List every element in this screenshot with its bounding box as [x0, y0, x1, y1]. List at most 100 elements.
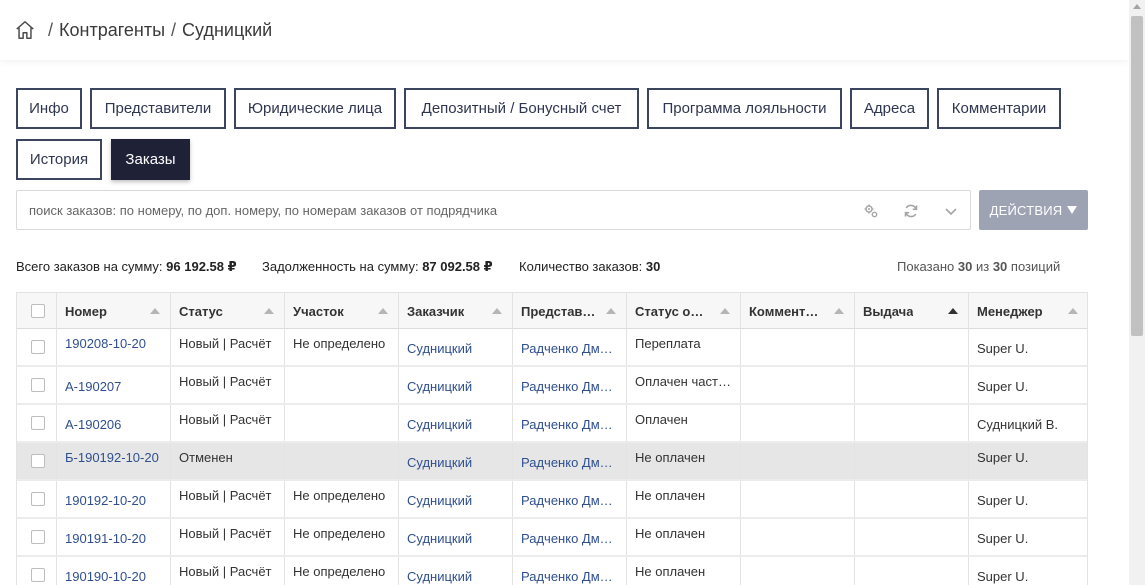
scroll-up-icon[interactable] [1133, 4, 1141, 9]
sort-asc-icon[interactable] [150, 308, 160, 314]
col-comment[interactable]: Комментарий [741, 293, 855, 329]
cell-customer-text[interactable]: Судницкий [407, 455, 472, 470]
cell-number-text[interactable]: Б-190192-10-20 [65, 450, 159, 465]
sort-asc-icon[interactable] [606, 308, 616, 314]
refresh-icon[interactable] [903, 203, 919, 219]
cell-issue [855, 405, 969, 441]
sort-asc-icon[interactable] [1068, 308, 1078, 314]
sort-asc-icon[interactable] [378, 308, 388, 314]
table-row[interactable]: Б-190192-10-20 Отменен Судницкий Радченко Д… [17, 443, 1087, 481]
cell-number[interactable]: Б-190192-10-20 [57, 443, 171, 479]
cell-number-text[interactable]: 190192-10-20 [65, 493, 146, 508]
col-customer[interactable]: Заказчик [399, 293, 513, 329]
vertical-scrollbar[interactable] [1129, 0, 1145, 585]
table-row[interactable]: 190190-10-20 Новый | Расчёт Не определено С… [17, 557, 1087, 585]
scrollbar-thumb[interactable] [1131, 16, 1143, 336]
cell-representative[interactable]: Радченко Дмитрий [513, 329, 627, 365]
cell-number-text[interactable]: А-190207 [65, 379, 121, 394]
row-checkbox[interactable] [31, 378, 45, 392]
cell-representative-text[interactable]: Радченко Дмитрий [521, 455, 617, 470]
cell-customer-text[interactable]: Судницкий [407, 379, 472, 394]
table-row[interactable]: А-190207 Новый | Расчёт Судницкий Радченко … [17, 367, 1087, 405]
tab-orders[interactable]: Заказы [111, 139, 190, 180]
col-status[interactable]: Статус [171, 293, 285, 329]
tab-loyalty[interactable]: Программа лояльности [647, 88, 842, 129]
chevron-down-icon[interactable] [943, 203, 959, 219]
cell-number-text[interactable]: 190190-10-20 [65, 569, 146, 584]
cell-customer-text[interactable]: Судницкий [407, 531, 472, 546]
cell-representative-text[interactable]: Радченко Дмитрий [521, 341, 617, 356]
home-icon[interactable] [14, 19, 36, 41]
table-row[interactable]: 190192-10-20 Новый | Расчёт Не определено С… [17, 481, 1087, 519]
table-row[interactable]: А-190206 Новый | Расчёт Судницкий Радченко … [17, 405, 1087, 443]
cell-number[interactable]: 190190-10-20 [57, 557, 171, 585]
cell-customer[interactable]: Судницкий [399, 481, 513, 517]
table-row[interactable]: 190208-10-20 Новый | Расчёт Не определено С… [17, 329, 1087, 367]
col-issue[interactable]: Выдача [855, 293, 969, 329]
cell-number[interactable]: 190208-10-20 [57, 329, 171, 365]
cell-representative[interactable]: Радченко Дмитрий [513, 481, 627, 517]
breadcrumb: / Контрагенты / Судницкий [14, 19, 272, 41]
cell-representative[interactable]: Радченко Дмитрий [513, 367, 627, 403]
cell-representative[interactable]: Радченко Дмитрий [513, 557, 627, 585]
cell-customer[interactable]: Судницкий [399, 443, 513, 479]
cell-customer-text[interactable]: Судницкий [407, 569, 472, 584]
row-checkbox[interactable] [31, 492, 45, 506]
sort-asc-icon[interactable] [264, 308, 274, 314]
sort-asc-icon[interactable] [720, 308, 730, 314]
col-payment-status[interactable]: Статус оплаты [627, 293, 741, 329]
debt-sum: Задолженность на сумму: 87 092.58 ₽ [262, 259, 493, 275]
cell-manager-text: Super U. [977, 531, 1029, 546]
tab-legal-entities[interactable]: Юридические лица [234, 88, 396, 129]
cell-representative-text[interactable]: Радченко Дмитрий [521, 493, 617, 508]
cell-customer-text[interactable]: Судницкий [407, 493, 472, 508]
cell-customer-text[interactable]: Судницкий [407, 341, 472, 356]
sort-asc-icon[interactable] [834, 308, 844, 314]
gears-icon[interactable] [863, 203, 879, 219]
sort-asc-icon[interactable] [492, 308, 502, 314]
cell-customer[interactable]: Судницкий [399, 367, 513, 403]
cell-number-text[interactable]: А-190206 [65, 417, 121, 432]
row-checkbox[interactable] [31, 568, 45, 582]
cell-representative-text[interactable]: Радченко Дмитрий [521, 417, 617, 432]
orders-count: Количество заказов: 30 [519, 259, 660, 274]
cell-representative-text[interactable]: Радченко Дмитрий [521, 531, 617, 546]
actions-button[interactable]: ДЕЙСТВИЯ [979, 190, 1088, 230]
search-input[interactable] [17, 191, 847, 229]
cell-customer[interactable]: Судницкий [399, 519, 513, 555]
cell-number-text[interactable]: 190191-10-20 [65, 531, 146, 546]
cell-customer-text[interactable]: Судницкий [407, 417, 472, 432]
row-checkbox[interactable] [31, 530, 45, 544]
row-checkbox[interactable] [31, 416, 45, 430]
row-checkbox[interactable] [31, 454, 45, 468]
breadcrumb-counterparties[interactable]: Контрагенты [59, 20, 165, 41]
cell-representative-text[interactable]: Радченко Дмитрий [521, 379, 617, 394]
col-representative[interactable]: Представитель [513, 293, 627, 329]
cell-number[interactable]: 190191-10-20 [57, 519, 171, 555]
cell-representative[interactable]: Радченко Дмитрий [513, 405, 627, 441]
table-row[interactable]: 190191-10-20 Новый | Расчёт Не определено С… [17, 519, 1087, 557]
cell-customer[interactable]: Судницкий [399, 405, 513, 441]
tab-info[interactable]: Инфо [16, 88, 82, 129]
cell-customer[interactable]: Судницкий [399, 329, 513, 365]
cell-number[interactable]: 190192-10-20 [57, 481, 171, 517]
cell-representative-text[interactable]: Радченко Дмитрий [521, 569, 617, 584]
cell-representative[interactable]: Радченко Дмитрий [513, 519, 627, 555]
cell-number[interactable]: А-190206 [57, 405, 171, 441]
cell-representative[interactable]: Радченко Дмитрий [513, 443, 627, 479]
select-all-checkbox[interactable] [31, 304, 45, 318]
row-checkbox[interactable] [31, 340, 45, 354]
tab-deposit-bonus[interactable]: Депозитный / Бонусный счет [404, 88, 639, 129]
col-manager[interactable]: Менеджер [969, 293, 1088, 329]
tab-representatives[interactable]: Представители [90, 88, 226, 129]
col-area-label: Участок [293, 303, 344, 319]
col-number[interactable]: Номер [57, 293, 171, 329]
sort-asc-icon[interactable] [948, 308, 958, 314]
cell-number-text[interactable]: 190208-10-20 [65, 336, 146, 351]
col-area[interactable]: Участок [285, 293, 399, 329]
cell-customer[interactable]: Судницкий [399, 557, 513, 585]
cell-number[interactable]: А-190207 [57, 367, 171, 403]
tab-addresses[interactable]: Адреса [850, 88, 929, 129]
tab-history[interactable]: История [16, 139, 102, 180]
tab-comments[interactable]: Комментарии [937, 88, 1061, 129]
